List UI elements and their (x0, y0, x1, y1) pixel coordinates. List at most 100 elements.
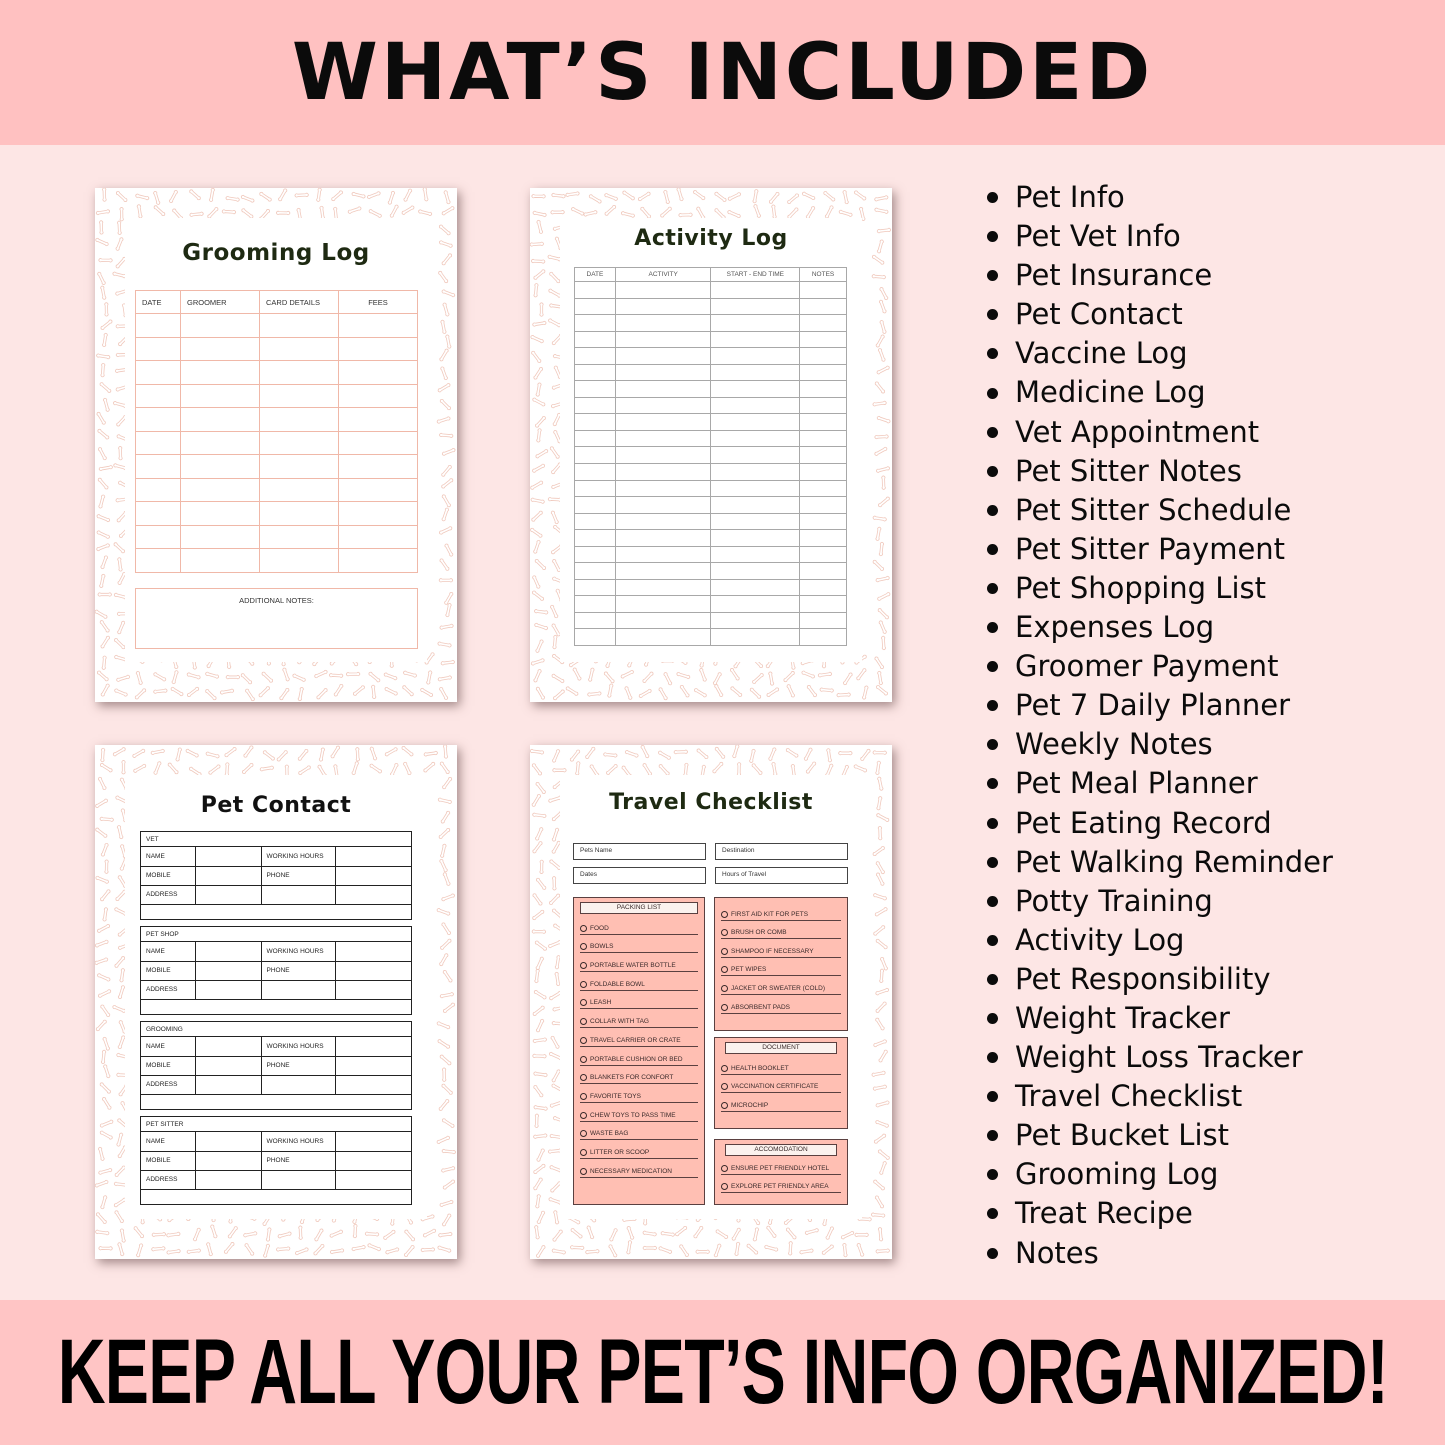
bone-icon (533, 283, 539, 298)
bone-icon (877, 671, 883, 685)
bone-icon (749, 749, 756, 763)
checkbox-circle-icon[interactable] (721, 929, 728, 937)
page-title: Travel Checklist (609, 790, 813, 815)
checkbox-circle-icon[interactable] (580, 943, 587, 951)
bone-icon (353, 685, 365, 696)
checkbox-circle-icon[interactable] (721, 1183, 728, 1190)
bone-icon (534, 940, 547, 951)
bone-icon (185, 748, 199, 758)
checkbox-circle-icon[interactable] (580, 924, 587, 932)
table-row (135, 313, 418, 338)
table-cell (338, 548, 418, 573)
bone-icon (881, 635, 886, 650)
checkbox-circle-icon[interactable] (580, 1055, 587, 1063)
phone-value (335, 1056, 411, 1076)
checkbox-circle-icon[interactable] (721, 984, 728, 992)
bone-icon (550, 210, 565, 215)
included-item-label: Potty Training (1015, 883, 1213, 918)
table-cell (335, 1075, 411, 1095)
bone-icon (401, 205, 415, 215)
bone-icon (873, 1039, 887, 1047)
bone-icon (100, 748, 106, 762)
bone-icon (819, 687, 834, 693)
item-label: PORTABLE CUSHION OR BED (590, 1055, 683, 1063)
included-item-label: Pet Sitter Schedule (1015, 492, 1292, 527)
checkbox-circle-icon[interactable] (580, 1018, 587, 1026)
checkbox-circle-icon[interactable] (580, 1036, 587, 1044)
table-cell (710, 595, 801, 613)
bone-icon (99, 220, 104, 235)
hours-of-travel-field: Hours of Travel (715, 867, 848, 884)
bone-icon (536, 1245, 546, 1258)
working-hours-label: WORKING HOURS (261, 1037, 336, 1057)
checkbox-circle-icon[interactable] (580, 1111, 587, 1119)
checkbox-circle-icon[interactable] (721, 1064, 728, 1072)
bone-icon (117, 557, 123, 572)
bullet-icon (987, 582, 998, 594)
mobile-value (195, 1056, 262, 1076)
bone-icon (116, 1132, 124, 1147)
bone-icon (439, 623, 454, 630)
included-item-label: Pet Bucket List (1015, 1118, 1229, 1153)
bone-icon (752, 673, 764, 684)
checkbox-circle-icon[interactable] (580, 1167, 587, 1175)
checklist-item: MICROCHIP (721, 1093, 841, 1112)
checkbox-circle-icon[interactable] (721, 910, 728, 918)
bone-icon (714, 191, 727, 202)
pets-name-field: Pets Name (573, 843, 706, 860)
bone-icon (853, 764, 868, 773)
checkbox-circle-icon[interactable] (721, 1164, 728, 1172)
table-cell (614, 281, 712, 299)
bone-icon (113, 542, 125, 554)
bone-icon (371, 684, 377, 699)
bone-icon (441, 494, 451, 508)
bone-icon (824, 205, 834, 219)
bone-icon (369, 746, 378, 761)
table-row (135, 360, 418, 385)
bullet-icon (987, 1169, 998, 1181)
pet-contact-preview: Pet Contact VET NAME WORKING HOURS MOBILE PH… (95, 745, 457, 1259)
checkbox-circle-icon[interactable] (721, 1003, 728, 1011)
bone-icon (768, 192, 780, 204)
checkbox-circle-icon[interactable] (721, 1101, 728, 1109)
travel-checklist-preview: Travel Checklist Pets Name Destination D… (530, 745, 892, 1259)
checkbox-circle-icon[interactable] (580, 1148, 587, 1156)
table-row (574, 396, 847, 415)
bone-icon (99, 1082, 111, 1094)
checkbox-circle-icon[interactable] (721, 966, 728, 974)
bone-icon (135, 671, 143, 685)
checkbox-circle-icon[interactable] (580, 1074, 587, 1082)
included-item: Pet Eating Record (985, 804, 1333, 843)
bone-icon (439, 761, 450, 774)
bone-icon (426, 670, 433, 685)
included-item: Pet Meal Planner (985, 764, 1333, 803)
checkbox-circle-icon[interactable] (721, 947, 728, 955)
bone-icon (550, 510, 559, 525)
bullet-icon (987, 739, 998, 751)
bone-icon (764, 1245, 779, 1252)
bone-icon (620, 670, 634, 679)
name-value (195, 1037, 262, 1057)
table-cell (180, 430, 260, 455)
bone-icon (532, 841, 543, 854)
table-cell (180, 524, 260, 549)
checkbox-circle-icon[interactable] (580, 980, 587, 988)
bone-icon (98, 1168, 113, 1175)
checkbox-circle-icon[interactable] (580, 1130, 587, 1138)
table-cell (574, 479, 616, 498)
table-cell (574, 529, 616, 547)
checkbox-circle-icon[interactable] (580, 1092, 587, 1100)
checkbox-circle-icon[interactable] (580, 999, 587, 1007)
bone-icon (116, 191, 128, 202)
table-cell (574, 363, 616, 382)
checkbox-circle-icon[interactable] (721, 1083, 728, 1090)
item-label: ABSORBENT PADS (731, 1003, 790, 1011)
column-header: DATE (135, 290, 181, 314)
bone-icon (532, 463, 545, 473)
bone-icon (607, 683, 614, 698)
table-cell (574, 413, 616, 431)
table-cell (135, 360, 181, 385)
checkbox-circle-icon[interactable] (580, 962, 587, 970)
bullet-icon (987, 1130, 998, 1142)
table-row (574, 413, 847, 431)
